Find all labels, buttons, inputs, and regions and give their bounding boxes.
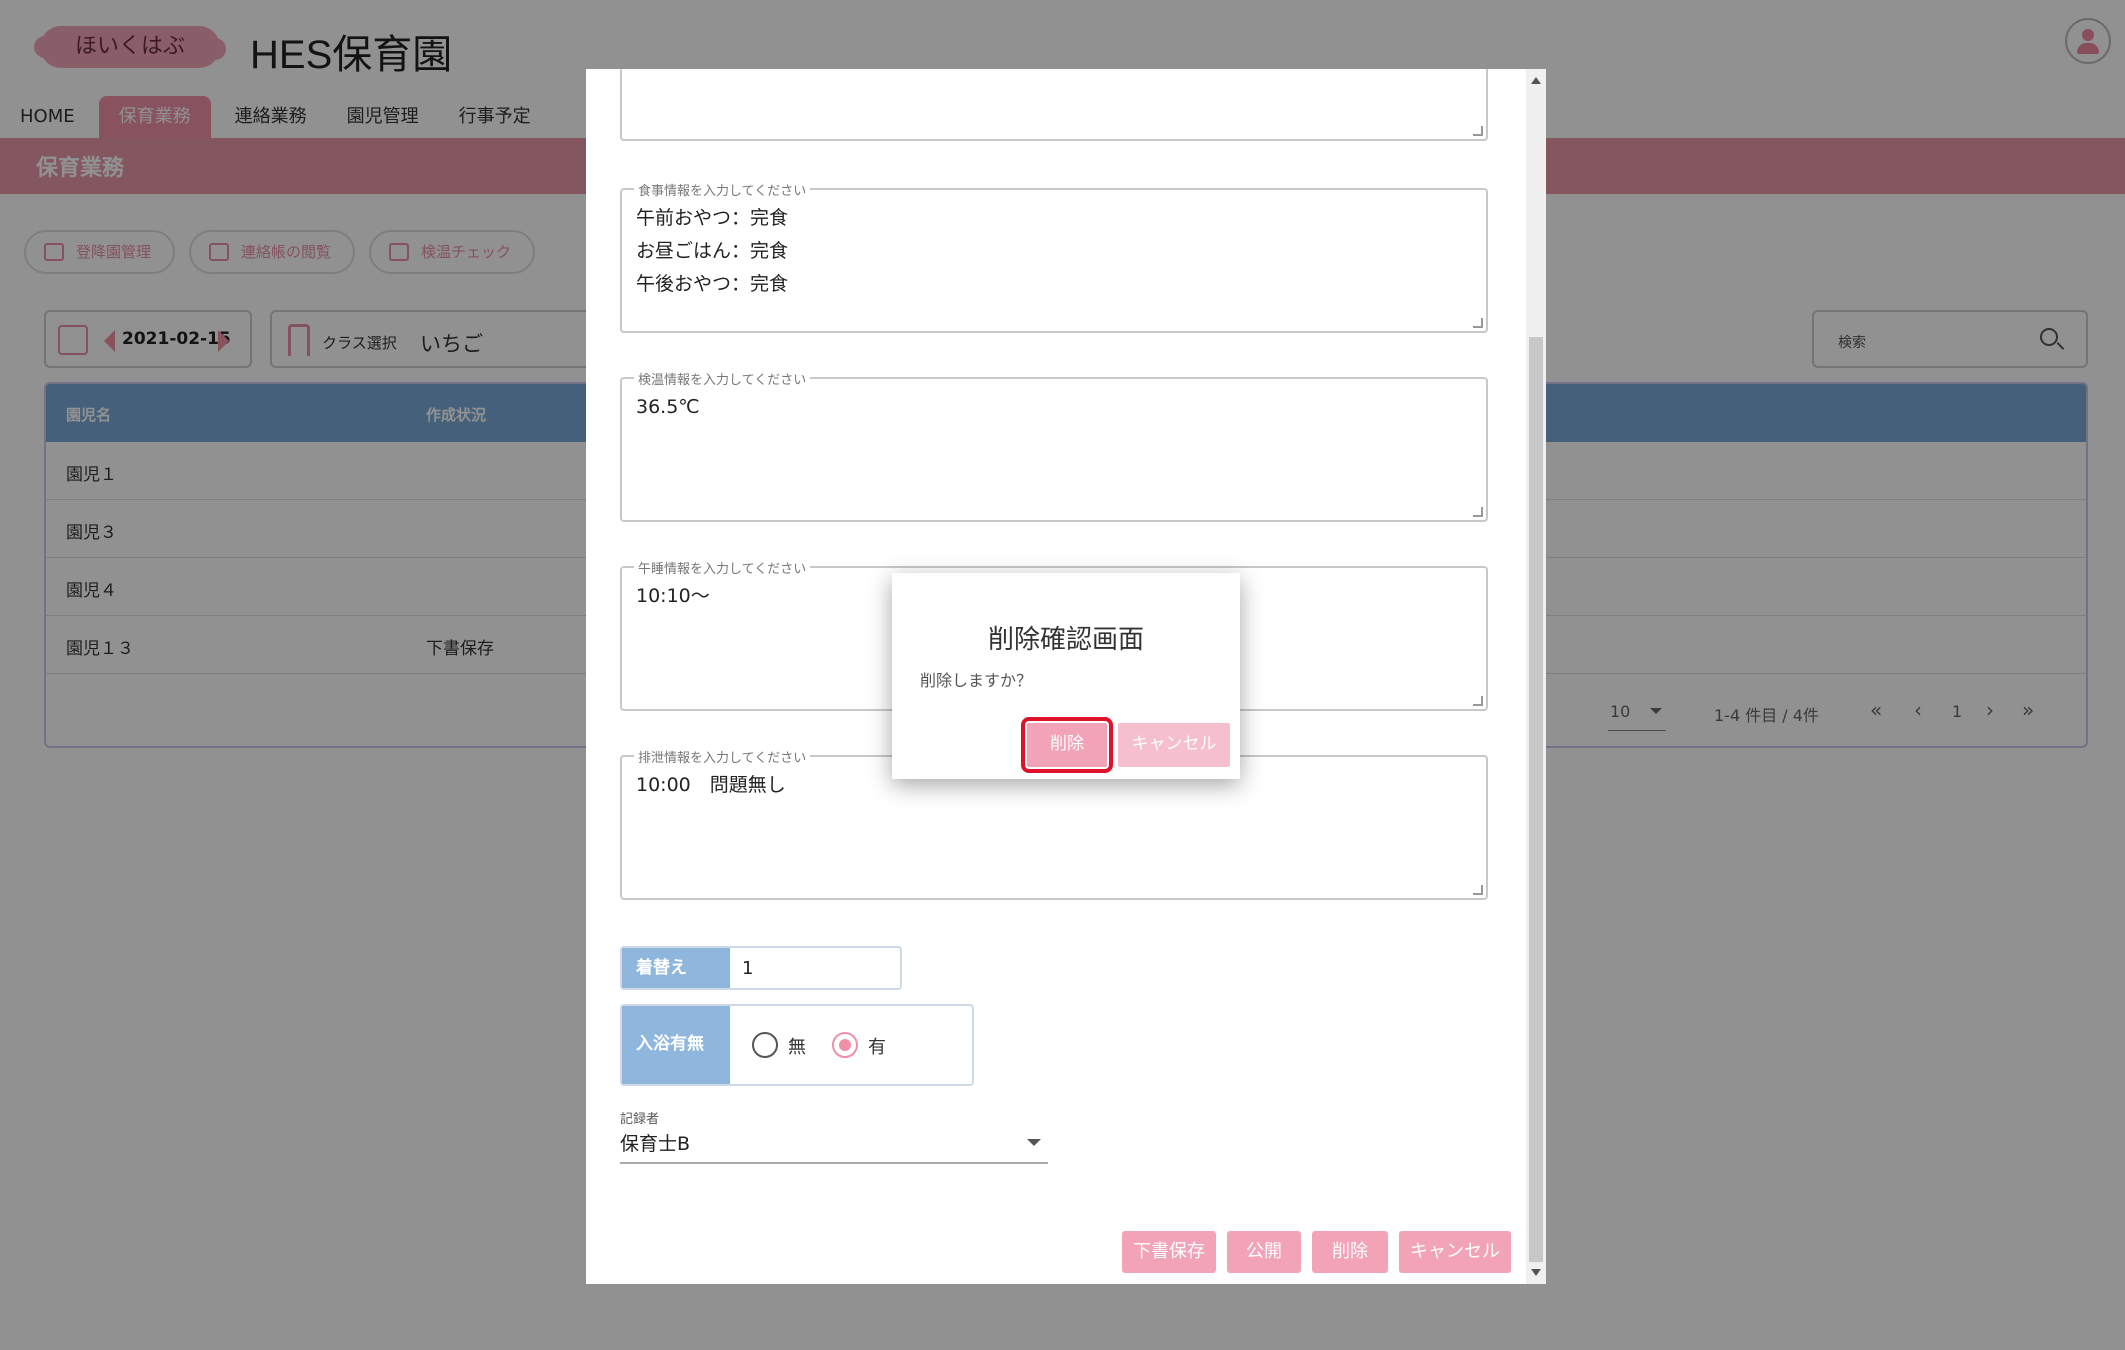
bath-label: 入浴有無 (622, 1006, 730, 1084)
publish-button[interactable]: 公開 (1227, 1231, 1301, 1273)
bath-option-no: 無 (788, 1037, 806, 1058)
delete-button[interactable]: 削除 (1312, 1231, 1388, 1273)
resize-handle[interactable] (1473, 126, 1483, 136)
resize-handle[interactable] (1473, 696, 1483, 706)
scrollbar-thumb[interactable] (1529, 337, 1543, 1262)
scroll-down-icon[interactable] (1531, 1269, 1541, 1276)
chevron-down-icon[interactable] (1027, 1139, 1041, 1146)
meal-line: 午後おやつ：完食 (636, 273, 789, 295)
recorder-label: 記録者 (620, 1112, 660, 1127)
cancel-button[interactable]: キャンセル (1399, 1231, 1511, 1273)
temperature-textarea[interactable]: 検温情報を入力してください 36.5℃ (620, 369, 1488, 522)
temperature-line: 36.5℃ (636, 396, 700, 418)
bath-field: 入浴有無 無 有 (620, 1004, 974, 1086)
previous-textarea[interactable] (620, 69, 1488, 141)
nap-legend: 午睡情報を入力してください (634, 558, 811, 577)
bath-option-yes: 有 (868, 1037, 886, 1058)
scrollbar[interactable] (1526, 69, 1546, 1284)
dialog-title: 削除確認画面 (987, 625, 1144, 655)
kigae-field: 着替え 1 (620, 946, 902, 990)
kigae-label: 着替え (622, 948, 730, 988)
bath-radio-no[interactable] (752, 1032, 778, 1058)
excretion-legend: 排泄情報を入力してください (634, 747, 811, 766)
recorder-select[interactable]: 保育士B (620, 1129, 690, 1156)
dialog-message: 削除しますか？ (920, 671, 1033, 690)
dialog-cancel-button[interactable]: キャンセル (1118, 723, 1230, 767)
resize-handle[interactable] (1473, 885, 1483, 895)
scroll-up-icon[interactable] (1531, 77, 1541, 84)
meal-legend: 食事情報を入力してください (634, 180, 811, 199)
nap-line: 10:10～ (636, 585, 710, 607)
meal-line: お昼ごはん：完食 (636, 240, 789, 262)
delete-confirm-dialog: 削除確認画面 削除しますか？ 削除 キャンセル (892, 573, 1240, 779)
temperature-legend: 検温情報を入力してください (634, 369, 811, 388)
bath-radio-yes[interactable] (832, 1032, 858, 1058)
resize-handle[interactable] (1473, 507, 1483, 517)
meal-textarea[interactable]: 食事情報を入力してください 午前おやつ：完食 お昼ごはん：完食 午後おやつ：完食 (620, 180, 1488, 333)
excretion-line: 10:00 問題無し (636, 774, 786, 796)
kigae-input[interactable]: 1 (742, 958, 753, 979)
resize-handle[interactable] (1473, 318, 1483, 328)
draft-save-button[interactable]: 下書保存 (1122, 1231, 1216, 1273)
meal-line: 午前おやつ：完食 (636, 207, 789, 229)
confirm-delete-button[interactable]: 削除 (1021, 717, 1113, 773)
